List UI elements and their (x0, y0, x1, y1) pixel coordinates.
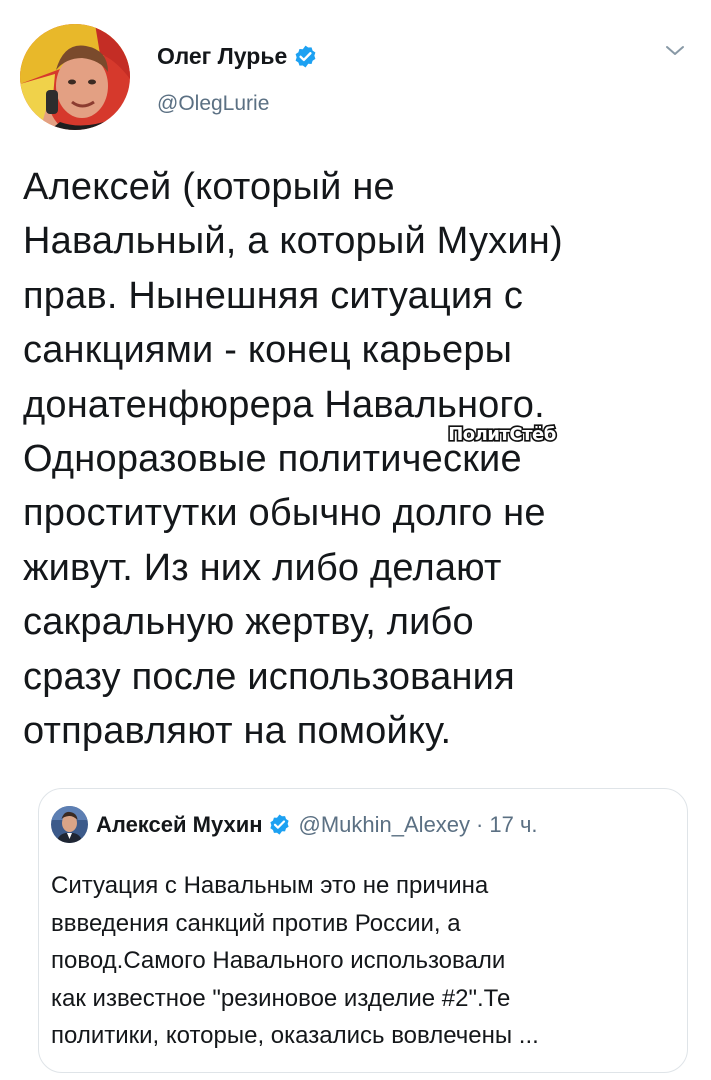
verified-badge-icon (268, 813, 291, 836)
tweet-text: Алексей (который не Навальный, а который… (23, 166, 563, 753)
chevron-down-icon[interactable] (664, 42, 686, 60)
quoted-author-handle[interactable]: @Mukhin_Alexey (299, 812, 471, 838)
watermark-logo: ПолитСтёб (438, 419, 566, 447)
author-name[interactable]: Олег Лурье (157, 43, 287, 70)
quoted-tweet-time[interactable]: 17 ч. (489, 812, 537, 838)
quoted-author-name[interactable]: Алексей Мухин (96, 812, 263, 838)
author-avatar[interactable] (20, 24, 130, 130)
verified-badge-icon (293, 44, 318, 69)
tweet-card: Олег Лурье @OlegLurie Алексей (который н… (0, 0, 711, 1080)
author-avatar-image (20, 24, 130, 130)
author-name-row[interactable]: Олег Лурье (157, 40, 318, 72)
watermark-text: ПолитСтёб (448, 424, 556, 445)
separator-dot: · (476, 811, 484, 837)
quoted-tweet-text: Ситуация с Навальным это не причина ввве… (51, 872, 539, 1049)
quoted-tweet[interactable]: Алексей Мухин @Mukhin_Alexey · 17 ч. Сит… (38, 788, 688, 1073)
author-handle[interactable]: @OlegLurie (157, 92, 269, 116)
quoted-tweet-header: Алексей Мухин @Mukhin_Alexey · 17 ч. (51, 806, 538, 843)
quoted-author-avatar[interactable] (51, 806, 88, 843)
